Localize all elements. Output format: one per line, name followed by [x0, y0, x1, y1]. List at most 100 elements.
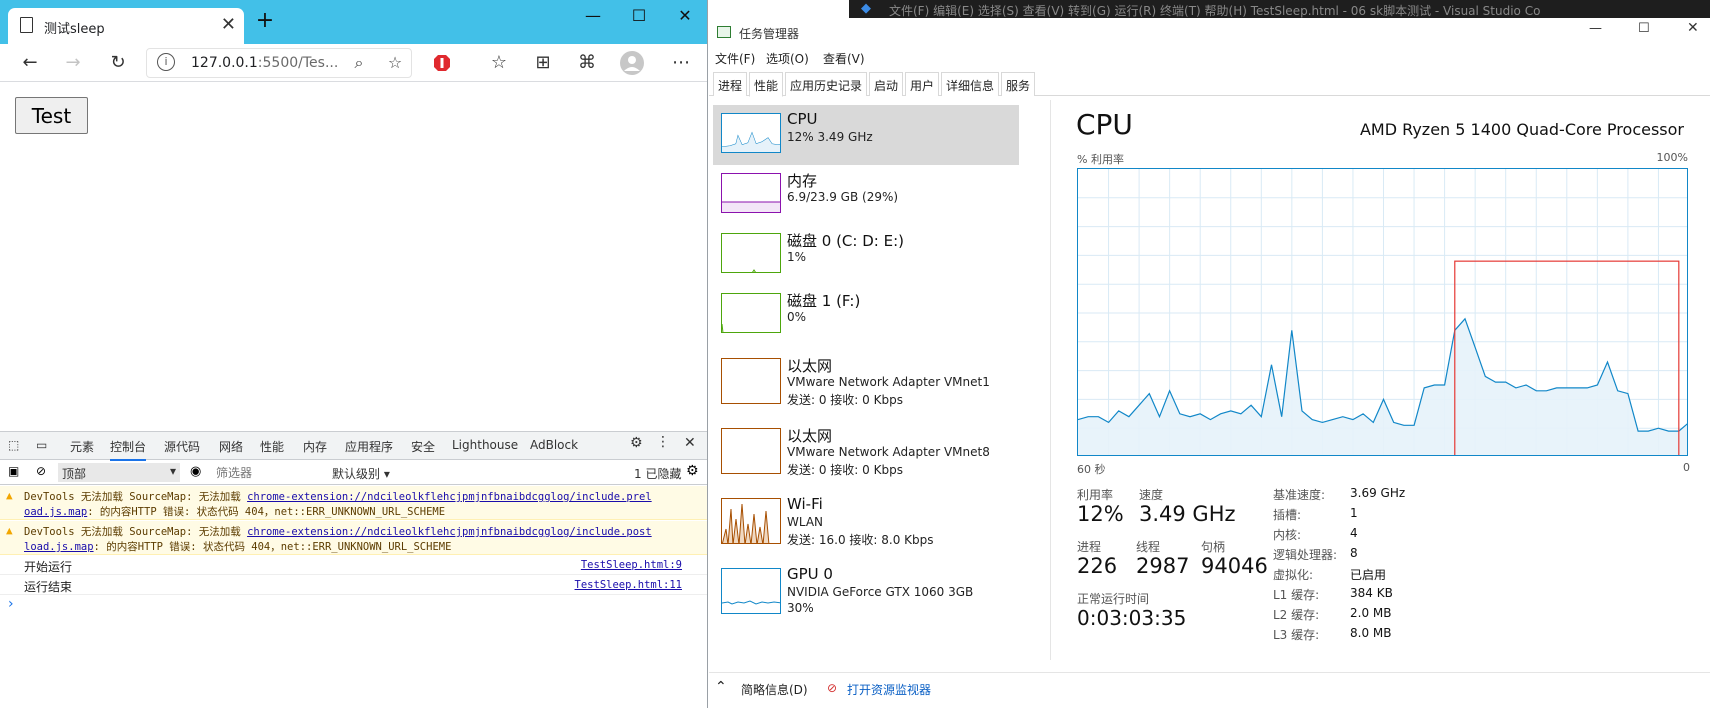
inspect-element-icon[interactable]: ⬚ [8, 438, 19, 452]
sourcemap-link[interactable]: oad.js.map [24, 506, 87, 518]
more-options-icon[interactable]: ⋮ [656, 434, 670, 450]
clear-console-icon[interactable]: ⊘ [36, 464, 46, 478]
processes-value: 226 [1077, 554, 1118, 578]
tab-performance[interactable]: 性能 [260, 438, 284, 455]
sidebar-item-gpu[interactable]: GPU 0 NVIDIA GeForce GTX 1060 3GB 30% [713, 560, 1019, 620]
refresh-icon[interactable]: ↻ [103, 48, 133, 78]
address-bar[interactable]: i 127.0.0.1:5500/Tes... ⌕ ☆ [146, 48, 412, 78]
time-axis-left: 60 秒 [1077, 463, 1106, 476]
device-toolbar-icon[interactable]: ▭ [36, 438, 47, 452]
minimize-button[interactable]: — [1589, 21, 1602, 36]
sidebar-item-memory[interactable]: 内存 6.9/23.9 GB (29%) [713, 165, 1019, 225]
detail-key: 逻辑处理器: [1273, 548, 1338, 562]
menu-options[interactable]: 选项(O) [766, 50, 809, 67]
sidebar-name: 磁盘 0 (C: D: E:) [787, 232, 904, 250]
log-source-link[interactable]: TestSleep.html:11 [575, 579, 682, 591]
tab-adblock[interactable]: AdBlock [530, 438, 578, 452]
settings-gear-icon[interactable]: ⚙ [630, 435, 643, 451]
tab-performance[interactable]: 性能 [749, 72, 784, 97]
disk0-thumbnail [721, 233, 781, 273]
info-icon[interactable]: i [157, 53, 175, 71]
detail-value: 已启用 [1350, 568, 1387, 582]
menu-view[interactable]: 查看(V) [823, 50, 865, 67]
log-levels-select[interactable]: 默认级别 ▾ [332, 465, 390, 482]
browser-tab[interactable]: 测试sleep ✕ [8, 8, 244, 44]
back-arrow-icon[interactable]: ← [15, 48, 45, 78]
context-select[interactable]: 顶部 ▾ [58, 463, 180, 482]
zoom-icon[interactable]: ⌕ [347, 51, 371, 75]
cpu-thumbnail [721, 113, 781, 153]
sidebar-detail: 30% [787, 601, 814, 615]
url-text: 127.0.0.1:5500/Tes... [191, 55, 339, 71]
sidebar-toggle-icon[interactable]: ▣ [8, 464, 19, 478]
sidebar-detail: 6.9/23.9 GB (29%) [787, 190, 899, 204]
tab-console[interactable]: 控制台 [110, 438, 147, 461]
tab-users[interactable]: 用户 [905, 72, 940, 96]
tab-startup[interactable]: 启动 [869, 72, 904, 96]
fewer-details-link[interactable]: 简略信息(D) [741, 681, 808, 698]
close-window-button[interactable]: ✕ [662, 2, 707, 32]
tab-processes[interactable]: 进程 [713, 72, 748, 96]
detail-value: 4 [1350, 526, 1358, 540]
new-tab-button[interactable]: + [252, 8, 278, 33]
handles-value: 94046 [1201, 554, 1268, 578]
tab-app-history[interactable]: 应用历史记录 [785, 72, 868, 96]
sidebar-name: Wi-Fi [787, 495, 823, 513]
sidebar-detail: 发送: 0 接收: 0 Kbps [787, 393, 903, 407]
console-filter-input[interactable] [212, 463, 322, 482]
resource-monitor-icon: ⊘ [827, 681, 838, 695]
sidebar-item-wifi[interactable]: Wi-Fi WLAN 发送: 16.0 接收: 8.0 Kbps [713, 490, 1019, 550]
console-prompt[interactable]: › [8, 596, 14, 612]
log-source-link[interactable]: TestSleep.html:9 [581, 559, 682, 571]
tab-memory[interactable]: 内存 [303, 438, 327, 455]
uptime-value: 0:03:03:35 [1077, 606, 1187, 630]
open-resource-monitor-link[interactable]: 打开资源监视器 [847, 681, 931, 698]
close-devtools-icon[interactable]: ✕ [684, 435, 696, 451]
eye-icon[interactable]: ◉ [190, 464, 201, 479]
collections-icon[interactable]: ⊞ [528, 48, 558, 78]
tab-network[interactable]: 网络 [219, 438, 243, 455]
feedback-icon[interactable]: ⌘ [572, 48, 602, 78]
wifi-thumbnail [721, 498, 781, 544]
tab-details[interactable]: 详细信息 [941, 72, 1000, 96]
sidebar-item-disk1[interactable]: 磁盘 1 (F:) 0% [713, 285, 1019, 345]
sidebar-item-cpu[interactable]: CPU 12% 3.49 GHz [713, 105, 1019, 165]
sidebar-item-ethernet-vmnet8[interactable]: 以太网 VMware Network Adapter VMnet8 发送: 0 … [713, 420, 1019, 480]
favorite-star-icon[interactable]: ☆ [383, 51, 407, 75]
detail-value: 384 KB [1350, 586, 1393, 600]
sourcemap-link[interactable]: load.js.map [24, 541, 94, 553]
threads-label: 线程 [1136, 540, 1161, 554]
sidebar-item-ethernet-vmnet1[interactable]: 以太网 VMware Network Adapter VMnet1 发送: 0 … [713, 350, 1019, 410]
console-settings-icon[interactable]: ⚙ [686, 463, 699, 479]
tab-security[interactable]: 安全 [411, 438, 435, 455]
cpu-utilization-graph [1077, 168, 1688, 456]
tab-services[interactable]: 服务 [1001, 72, 1036, 96]
sourcemap-link[interactable]: chrome-extension://ndcileolkflehcjpmjnfb… [247, 526, 652, 538]
threads-value: 2987 [1136, 554, 1190, 578]
maximize-button[interactable]: ☐ [616, 2, 662, 32]
tab-application[interactable]: 应用程序 [345, 438, 393, 455]
sidebar-detail: 1% [787, 250, 807, 264]
minimize-button[interactable]: — [570, 2, 616, 32]
sidebar-detail: VMware Network Adapter VMnet1 [787, 375, 990, 389]
devtools-tabs: ⬚ ▭ 元素 控制台 源代码 网络 性能 内存 应用程序 安全 Lighthou… [0, 432, 707, 461]
menu-file[interactable]: 文件(F) [715, 50, 755, 67]
tab-lighthouse[interactable]: Lighthouse [452, 438, 518, 452]
forward-arrow-icon[interactable]: → [58, 48, 88, 78]
collapse-chevron-icon[interactable]: ⌃ [715, 679, 727, 695]
tab-elements[interactable]: 元素 [70, 438, 94, 455]
adblock-extension-icon[interactable] [427, 48, 457, 78]
console-warning: ▲ DevTools 无法加载 SourceMap: 无法加载 chrome-e… [0, 521, 707, 555]
time-axis-right: 0 [1683, 461, 1690, 474]
profile-avatar-icon[interactable] [617, 48, 647, 78]
sidebar-item-disk0[interactable]: 磁盘 0 (C: D: E:) 1% [713, 225, 1019, 285]
sidebar-name: 以太网 [787, 357, 833, 375]
favorites-icon[interactable]: ☆ [484, 48, 514, 78]
close-tab-icon[interactable]: ✕ [221, 14, 236, 35]
tab-sources[interactable]: 源代码 [164, 438, 200, 455]
close-window-button[interactable]: ✕ [1687, 20, 1699, 36]
more-menu-icon[interactable]: ⋯ [666, 48, 696, 78]
sourcemap-link[interactable]: chrome-extension://ndcileolkflehcjpmjnfb… [247, 491, 652, 503]
maximize-button[interactable]: ☐ [1638, 21, 1650, 36]
test-button[interactable]: Test [15, 97, 88, 134]
